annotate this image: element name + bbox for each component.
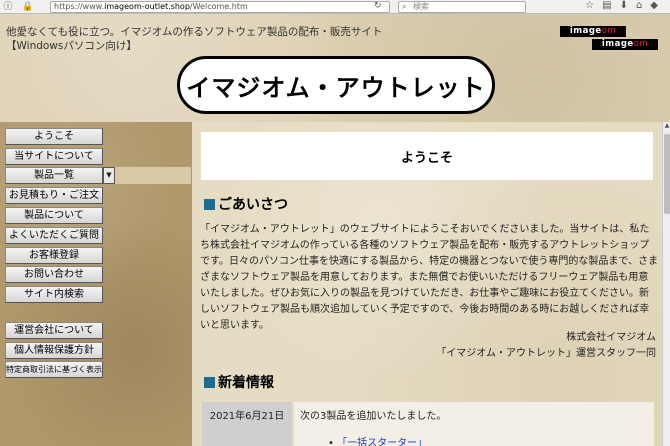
logo-bottom: imageom xyxy=(592,39,658,50)
news-heading: 新着情報 xyxy=(204,372,274,392)
signature-company: 株式会社イマジオム xyxy=(566,332,656,343)
scroll-thumb[interactable] xyxy=(664,134,670,214)
address-bar[interactable]: https://www.imageom-outlet.shop/Welcome.… xyxy=(50,1,390,13)
news-entry: 次の3製品を追加いたしました。 • 「一括スターター」 xyxy=(294,402,654,446)
greeting-text: 「イマジオム・アウトレット」のウェブサイトにようこそおいでくださいました。当サイ… xyxy=(200,224,658,331)
reload-icon[interactable]: ↻ xyxy=(374,1,382,11)
sidebar-nav: ようこそ 当サイトについて 製品一覧 ▼ お見積もり・ご注文 製品について よく… xyxy=(0,122,192,446)
url-path: /Welcome.htm xyxy=(189,2,248,11)
company-logo[interactable]: imageom imageom xyxy=(560,26,658,50)
sidebar-item-product-info[interactable]: 製品について xyxy=(5,207,103,224)
search-icon: ⌕ xyxy=(402,2,407,11)
sidebar-item-about-site[interactable]: 当サイトについて xyxy=(5,148,103,165)
sidebar-item-products[interactable]: 製品一覧 xyxy=(5,167,103,184)
sidebar-item-faq[interactable]: よくいただくご質問 xyxy=(5,227,103,244)
list-item: • 「一括スターター」 xyxy=(328,434,648,446)
chevron-down-icon[interactable]: ▼ xyxy=(103,167,115,184)
welcome-banner: ようこそ xyxy=(201,132,653,180)
products-dropdown[interactable] xyxy=(115,167,191,184)
url-domain: imageom-outlet.shop xyxy=(104,2,190,11)
news-table: 2021年6月21日 次の3製品を追加いたしました。 • 「一括スターター」 xyxy=(202,402,654,446)
sidebar-item-registration[interactable]: お客様登録 xyxy=(5,247,103,264)
site-title-banner[interactable]: イマジオム・アウトレット xyxy=(177,56,495,114)
browser-toolbar: ⓘ 🔒 https://www.imageom-outlet.shop/Welc… xyxy=(0,0,670,14)
sidebar-item-company[interactable]: 運営会社について xyxy=(5,322,103,339)
signature-staff: 「イマジオム・アウトレット」運営スタッフ一同 xyxy=(436,348,656,359)
scroll-up-icon[interactable]: ▲ xyxy=(663,122,670,130)
sidebar-item-quote-order[interactable]: お見積もり・ご注文 xyxy=(5,187,103,204)
lock-icon: 🔒 xyxy=(22,2,34,12)
sidebar-item-commerce-law[interactable]: 特定商取引法に基づく表示 xyxy=(5,361,103,378)
site-tagline: 他愛なくても役に立つ。イマジオムの作るソフトウェア製品の配布・販売サイト xyxy=(6,26,383,38)
site-header: 他愛なくても役に立つ。イマジオムの作るソフトウェア製品の配布・販売サイト 【Wi… xyxy=(0,14,670,122)
welcome-title: ようこそ xyxy=(400,150,453,166)
square-bullet-icon xyxy=(204,377,215,388)
toolbar-icons[interactable]: ☆▤⬇⌂◆ xyxy=(585,0,666,11)
sidebar-item-contact[interactable]: お問い合わせ xyxy=(5,266,103,283)
square-bullet-icon xyxy=(204,199,215,210)
search-placeholder: 検索 xyxy=(413,2,429,11)
back-icon[interactable]: ⓘ xyxy=(2,1,14,13)
main-content: ようこそ ごあいさつ 「イマジオム・アウトレット」のウェブサイトにようこそおいで… xyxy=(192,122,662,446)
sidebar-item-privacy[interactable]: 個人情報保護方針 xyxy=(5,342,103,359)
news-date: 2021年6月21日 xyxy=(202,402,292,446)
url-prefix: https://www. xyxy=(54,2,105,11)
site-title: イマジオム・アウトレット xyxy=(186,73,486,102)
logo-top: imageom xyxy=(560,26,626,37)
sidebar-item-site-search[interactable]: サイト内検索 xyxy=(5,286,103,303)
product-link[interactable]: 「一括スターター」 xyxy=(337,438,427,446)
greeting-heading: ごあいさつ xyxy=(204,194,288,214)
page-scrollbar[interactable]: ▲ xyxy=(662,122,670,446)
search-input[interactable]: ⌕ 検索 xyxy=(398,1,526,13)
sidebar-item-welcome[interactable]: ようこそ xyxy=(5,128,103,145)
platform-note: 【Windowsパソコン向け】 xyxy=(6,40,137,52)
news-text: 次の3製品を追加いたしました。 xyxy=(300,411,447,422)
